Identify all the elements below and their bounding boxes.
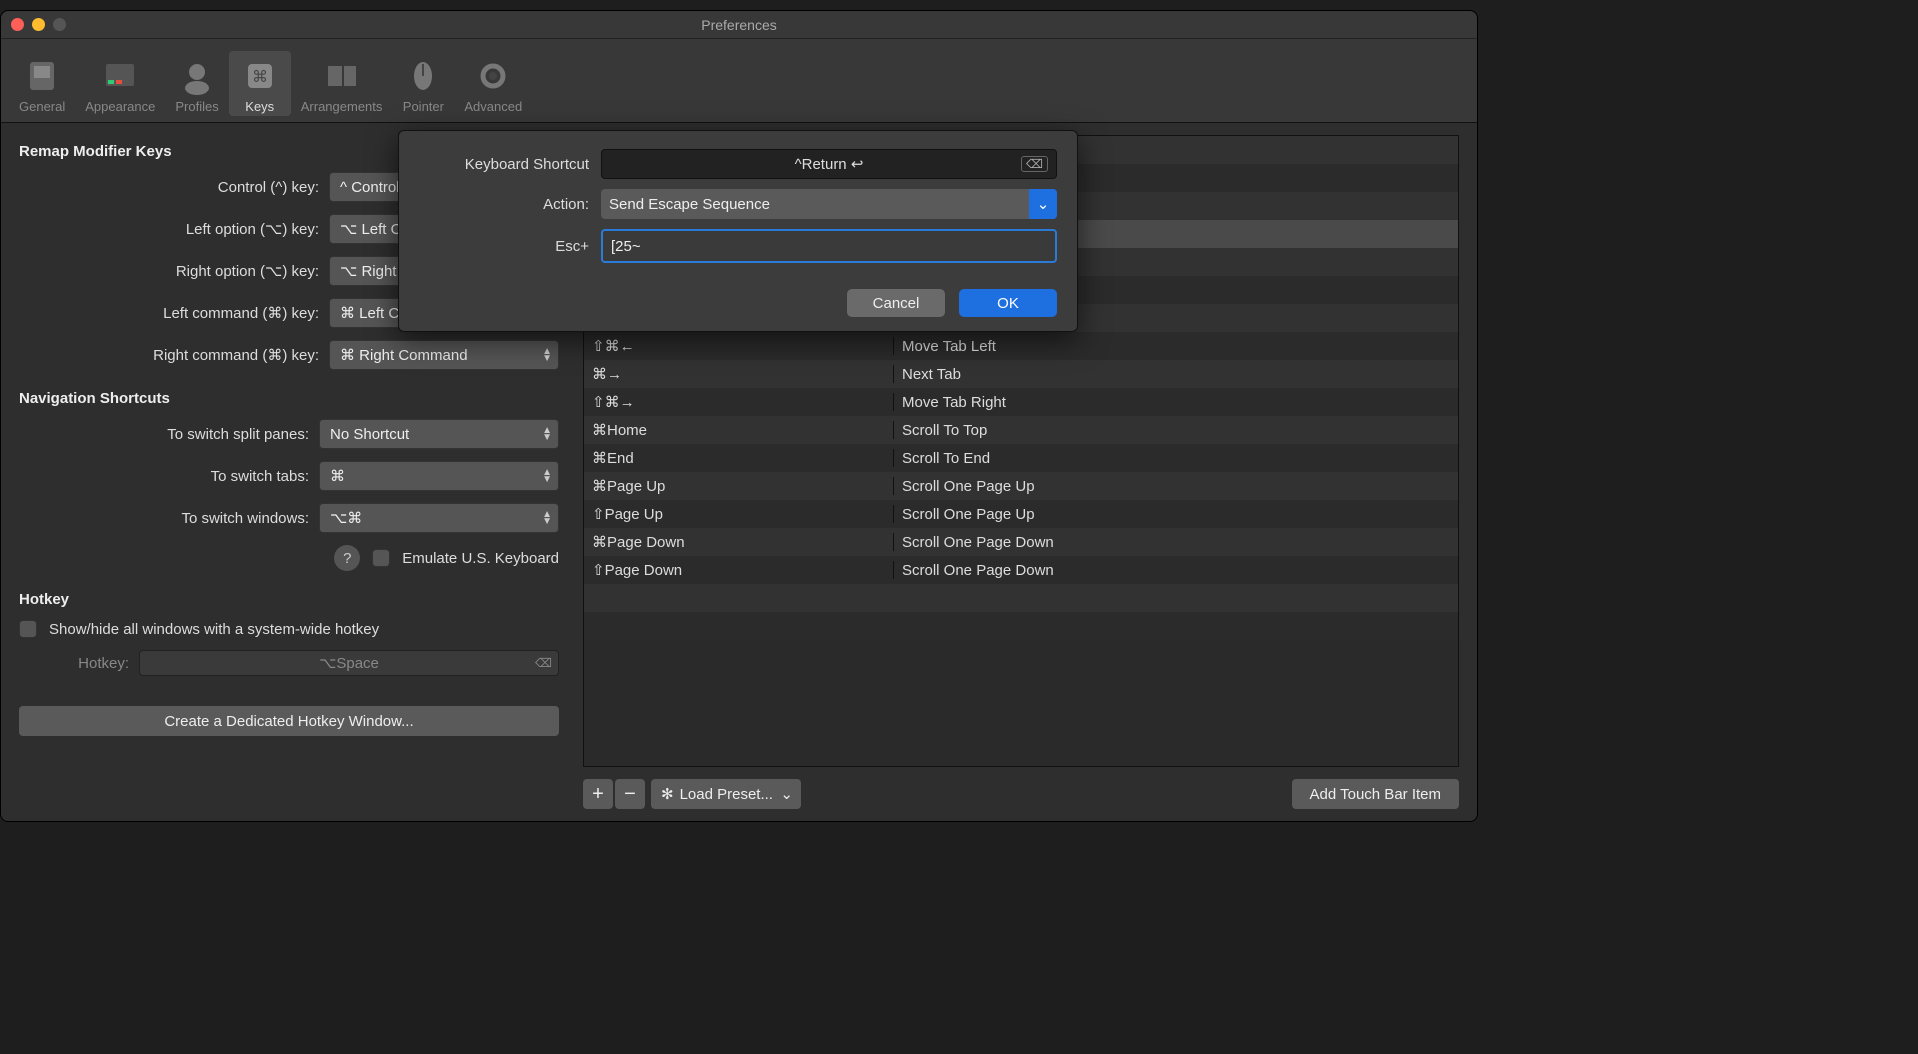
nav-title: Navigation Shortcuts — [19, 390, 559, 407]
keys-icon: ⌘ — [239, 55, 281, 97]
load-preset-button[interactable]: ✻ Load Preset... ⌄ — [651, 779, 801, 809]
mapping-action-cell: Move Tab Right — [894, 394, 1458, 411]
table-row[interactable]: ⌘EndScroll To End — [584, 444, 1458, 472]
remap-leftopt-label: Left option (⌥) key: — [19, 220, 319, 238]
table-row[interactable] — [584, 612, 1458, 640]
mapping-action-cell: Scroll One Page Down — [894, 562, 1458, 579]
remap-leftcmd-label: Left command (⌘) key: — [19, 304, 319, 322]
remap-rightopt-label: Right option (⌥) key: — [19, 262, 319, 280]
titlebar: Preferences — [1, 11, 1477, 39]
table-row[interactable]: ⇧Page DownScroll One Page Down — [584, 556, 1458, 584]
tab-arrangements[interactable]: Arrangements — [291, 51, 393, 116]
mapping-action-cell: Scroll One Page Down — [894, 534, 1458, 551]
nav-windows-label: To switch windows: — [19, 510, 309, 527]
mapping-action-cell: Scroll To End — [894, 450, 1458, 467]
edit-mapping-sheet: Keyboard Shortcut ^Return ↩ ⌫ Action: Se… — [398, 130, 1078, 332]
mapping-key-cell: ⌘Home — [584, 421, 894, 439]
window-close-button[interactable] — [11, 18, 24, 31]
table-bottombar: + − ✻ Load Preset... ⌄ Add Touch Bar Ite… — [583, 779, 1459, 809]
mapping-key-cell: ⌘End — [584, 449, 894, 467]
clear-icon[interactable]: ⌫ — [1021, 156, 1048, 172]
nav-panes-select[interactable]: No Shortcut▲▼ — [319, 419, 559, 449]
nav-windows-select[interactable]: ⌥⌘▲▼ — [319, 503, 559, 533]
traffic-lights — [11, 18, 66, 31]
mapping-action-cell: Scroll One Page Up — [894, 478, 1458, 495]
hotkey-title: Hotkey — [19, 591, 559, 608]
esc-label: Esc+ — [419, 238, 589, 255]
svg-text:⌘: ⌘ — [252, 69, 268, 86]
gear-icon — [472, 55, 514, 97]
tab-pointer[interactable]: Pointer — [392, 51, 454, 116]
mapping-action-cell: Next Tab — [894, 366, 1458, 383]
appearance-icon — [99, 55, 141, 97]
table-row[interactable]: ⌘Page DownScroll One Page Down — [584, 528, 1458, 556]
table-row[interactable]: ⇧⌘←Move Tab Left — [584, 332, 1458, 360]
shortcut-label: Keyboard Shortcut — [419, 156, 589, 173]
ok-button[interactable]: OK — [959, 289, 1057, 317]
pointer-icon — [402, 55, 444, 97]
action-label: Action: — [419, 196, 589, 213]
table-row[interactable]: ⌘→Next Tab — [584, 360, 1458, 388]
hotkey-field[interactable]: ⌥Space⌫ — [139, 650, 559, 676]
toolbar: General Appearance Profiles ⌘ Keys Arran… — [1, 39, 1477, 123]
remap-control-label: Control (^) key: — [19, 179, 319, 196]
clear-icon[interactable]: ⌫ — [535, 656, 552, 670]
nav-tabs-label: To switch tabs: — [19, 468, 309, 485]
table-row[interactable]: ⇧⌘→Move Tab Right — [584, 388, 1458, 416]
mapping-key-cell: ⌘→ — [584, 365, 894, 383]
remove-mapping-button[interactable]: − — [615, 779, 645, 809]
table-row[interactable]: ⇧Page UpScroll One Page Up — [584, 500, 1458, 528]
create-hotkey-window-button[interactable]: Create a Dedicated Hotkey Window... — [19, 706, 559, 736]
remap-rightcmd-select[interactable]: ⌘ Right Command▲▼ — [329, 340, 559, 370]
general-icon — [21, 55, 63, 97]
emulate-us-checkbox[interactable] — [372, 549, 390, 567]
add-mapping-button[interactable]: + — [583, 779, 613, 809]
window-zoom-button[interactable] — [53, 18, 66, 31]
tab-advanced[interactable]: Advanced — [454, 51, 532, 116]
cancel-button[interactable]: Cancel — [847, 289, 945, 317]
esc-sequence-input[interactable] — [601, 229, 1057, 263]
mapping-action-cell: Scroll To Top — [894, 422, 1458, 439]
window-title: Preferences — [701, 17, 776, 33]
nav-tabs-select[interactable]: ⌘▲▼ — [319, 461, 559, 491]
mapping-key-cell: ⇧⌘← — [584, 337, 894, 355]
profiles-icon — [176, 55, 218, 97]
mapping-key-cell: ⌘Page Down — [584, 533, 894, 551]
showhide-label: Show/hide all windows with a system-wide… — [49, 621, 379, 638]
mapping-action-cell: Move Tab Left — [894, 338, 1458, 355]
tab-keys[interactable]: ⌘ Keys — [229, 51, 291, 116]
window-minimize-button[interactable] — [32, 18, 45, 31]
mapping-action-cell: Scroll One Page Up — [894, 506, 1458, 523]
mapping-key-cell: ⇧⌘→ — [584, 393, 894, 411]
emulate-us-label: Emulate U.S. Keyboard — [402, 550, 559, 567]
nav-panes-label: To switch split panes: — [19, 426, 309, 443]
tab-general[interactable]: General — [9, 51, 75, 116]
gear-icon: ✻ — [661, 785, 674, 803]
mapping-key-cell: ⇧Page Up — [584, 505, 894, 523]
action-select[interactable]: Send Escape Sequence ⌄ — [601, 189, 1057, 219]
hotkey-field-label: Hotkey: — [19, 655, 129, 672]
table-row[interactable]: ⌘HomeScroll To Top — [584, 416, 1458, 444]
remap-rightcmd-label: Right command (⌘) key: — [19, 346, 319, 364]
arrangements-icon — [321, 55, 363, 97]
tab-appearance[interactable]: Appearance — [75, 51, 165, 116]
mapping-key-cell: ⌘Page Up — [584, 477, 894, 495]
chevron-down-icon: ⌄ — [1029, 189, 1057, 219]
showhide-checkbox[interactable] — [19, 620, 37, 638]
mapping-key-cell: ⇧Page Down — [584, 561, 894, 579]
table-row[interactable]: ⌘Page UpScroll One Page Up — [584, 472, 1458, 500]
chevron-down-icon: ⌄ — [780, 785, 793, 803]
help-button[interactable]: ? — [334, 545, 360, 571]
tab-profiles[interactable]: Profiles — [165, 51, 228, 116]
keyboard-shortcut-field[interactable]: ^Return ↩ ⌫ — [601, 149, 1057, 179]
add-touchbar-item-button[interactable]: Add Touch Bar Item — [1292, 779, 1459, 809]
table-row[interactable] — [584, 584, 1458, 612]
